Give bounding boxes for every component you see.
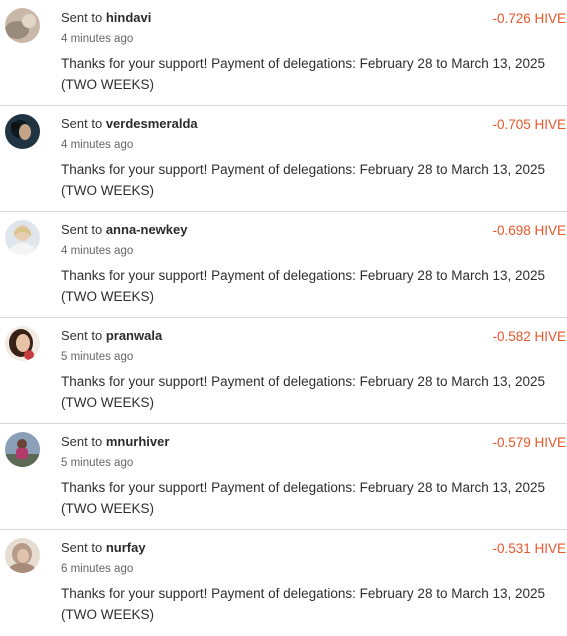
transfer-memo: Thanks for your support! Payment of dele…	[61, 56, 546, 92]
recipient-link[interactable]: mnurhiver	[106, 434, 170, 449]
user-avatar-icon[interactable]	[5, 538, 40, 573]
timestamp: 5 minutes ago	[61, 351, 134, 363]
recipient-link[interactable]: verdesmeralda	[106, 116, 198, 131]
transfer-title: Sent to mnurhiver	[61, 434, 169, 449]
transfer-amount: -0.705 HIVE	[492, 117, 566, 132]
transfer-amount: -0.698 HIVE	[492, 223, 566, 238]
transfer-amount: -0.726 HIVE	[492, 11, 566, 26]
user-avatar-icon[interactable]	[5, 220, 40, 255]
transfer-memo: Thanks for your support! Payment of dele…	[61, 268, 546, 304]
transfer-row: Sent to pranwala 5 minutes ago Thanks fo…	[0, 318, 567, 424]
transfer-prefix: Sent to	[61, 222, 103, 237]
transfer-row: Sent to nurfay 6 minutes ago Thanks for …	[0, 530, 567, 636]
transfer-row: Sent to anna-newkey 4 minutes ago Thanks…	[0, 212, 567, 318]
transfer-title: Sent to pranwala	[61, 328, 162, 343]
transfer-memo: Thanks for your support! Payment of dele…	[61, 374, 546, 410]
transfer-prefix: Sent to	[61, 434, 103, 449]
recipient-link[interactable]: hindavi	[106, 10, 152, 25]
recipient-link[interactable]: anna-newkey	[106, 222, 188, 237]
transfer-row: Sent to mnurhiver 5 minutes ago Thanks f…	[0, 424, 567, 530]
timestamp: 6 minutes ago	[61, 563, 134, 575]
timestamp: 5 minutes ago	[61, 457, 134, 469]
timestamp: 4 minutes ago	[61, 245, 134, 257]
recipient-link[interactable]: pranwala	[106, 328, 162, 343]
transfer-prefix: Sent to	[61, 328, 103, 343]
timestamp: 4 minutes ago	[61, 139, 134, 151]
transfer-amount: -0.579 HIVE	[492, 435, 566, 450]
recipient-link[interactable]: nurfay	[106, 540, 146, 555]
transfer-amount: -0.582 HIVE	[492, 329, 566, 344]
transfer-prefix: Sent to	[61, 10, 103, 25]
transfer-amount: -0.531 HIVE	[492, 541, 566, 556]
transfer-title: Sent to anna-newkey	[61, 222, 187, 237]
transfer-title: Sent to hindavi	[61, 10, 151, 25]
transfer-memo: Thanks for your support! Payment of dele…	[61, 162, 546, 198]
transfer-memo: Thanks for your support! Payment of dele…	[61, 480, 546, 516]
user-avatar-icon[interactable]	[5, 326, 40, 361]
timestamp: 4 minutes ago	[61, 33, 134, 45]
transfer-memo: Thanks for your support! Payment of dele…	[61, 586, 546, 622]
user-avatar-icon[interactable]	[5, 432, 40, 467]
transfer-row: Sent to verdesmeralda 4 minutes ago Than…	[0, 106, 567, 212]
transfer-history-list: Sent to hindavi 4 minutes ago Thanks for…	[0, 0, 567, 636]
user-avatar-icon[interactable]	[5, 8, 40, 43]
transfer-title: Sent to verdesmeralda	[61, 116, 198, 131]
transfer-prefix: Sent to	[61, 540, 103, 555]
transfer-prefix: Sent to	[61, 116, 103, 131]
transfer-row: Sent to hindavi 4 minutes ago Thanks for…	[0, 0, 567, 106]
user-avatar-icon[interactable]	[5, 114, 40, 149]
transfer-title: Sent to nurfay	[61, 540, 146, 555]
